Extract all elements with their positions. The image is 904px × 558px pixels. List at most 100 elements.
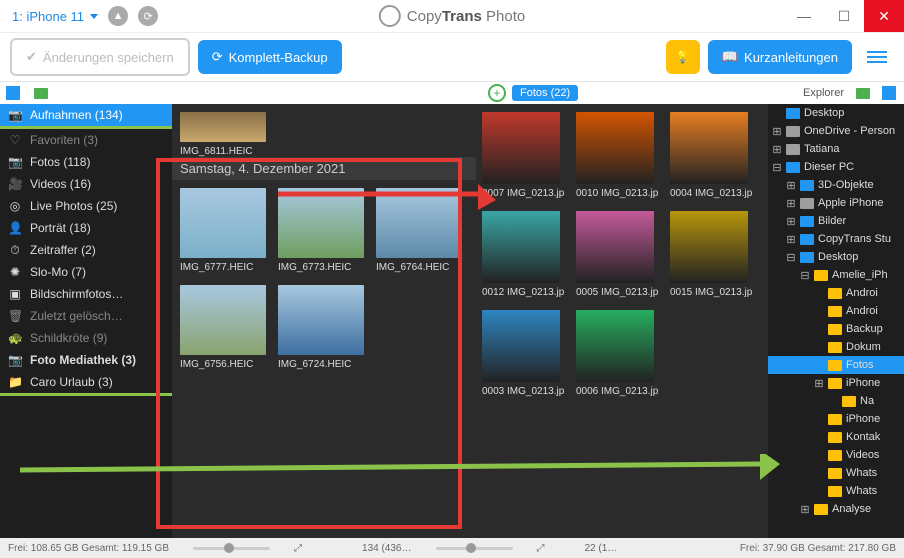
sidebar-item[interactable]: ♡Favoriten (3)	[0, 129, 172, 151]
sidebar-item[interactable]: 📷Aufnahmen (134)	[0, 104, 172, 129]
tree-row[interactable]: Whats	[768, 482, 904, 500]
tree-row[interactable]: ⊞OneDrive - Person	[768, 122, 904, 140]
photo-thumb[interactable]: 0004 IMG_0213.jpeg	[670, 112, 752, 199]
sidebar-item[interactable]: ⏱Zeitraffer (2)	[0, 239, 172, 261]
photo-thumb[interactable]: IMG_6777.HEIC	[180, 188, 266, 273]
maximize-button[interactable]: ☐	[824, 0, 864, 32]
close-button[interactable]: ✕	[864, 0, 904, 32]
sidebar-item[interactable]: 🗑Zuletzt gelösch…	[0, 305, 172, 327]
tree-label: Androi	[846, 305, 878, 317]
tree-twisty[interactable]: ⊞	[786, 179, 796, 192]
tree-label: Desktop	[818, 251, 858, 263]
sidebar-item[interactable]: 📷Fotos (118)	[0, 151, 172, 173]
tree-row[interactable]: ⊞3D-Objekte	[768, 176, 904, 194]
tree-twisty[interactable]: ⊞	[786, 197, 796, 210]
tree-row[interactable]: Fotos	[768, 356, 904, 374]
guides-button[interactable]: 📖 Kurzanleitungen	[708, 40, 852, 74]
folder-icon	[800, 216, 814, 227]
tree-row[interactable]: ⊟Amelie_iPh	[768, 266, 904, 284]
sidebar-icon: 🗑	[8, 309, 22, 323]
tree-row[interactable]: Videos	[768, 446, 904, 464]
tab-fotos[interactable]: Fotos (22)	[512, 85, 578, 101]
tree-row[interactable]: ⊟Dieser PC	[768, 158, 904, 176]
zoom-slider[interactable]	[193, 547, 270, 550]
tree-row[interactable]: Kontak	[768, 428, 904, 446]
tree-label: Bilder	[818, 215, 846, 227]
minimize-button[interactable]: —	[784, 0, 824, 32]
tree-twisty[interactable]: ⊞	[786, 233, 796, 246]
play-icon[interactable]	[6, 86, 20, 100]
folder-icon[interactable]	[34, 88, 48, 99]
tree-row[interactable]: Androi	[768, 302, 904, 320]
tree-row[interactable]: ⊞Analyse	[768, 500, 904, 518]
tree-twisty[interactable]: ⊟	[786, 251, 796, 264]
sidebar-item[interactable]: 📷Foto Mediathek (3)	[0, 349, 172, 371]
tree-row[interactable]: Na	[768, 392, 904, 410]
photo-thumb[interactable]: 0003 IMG_0213.jpg	[482, 310, 564, 397]
expand-icon[interactable]: ⤢	[537, 543, 545, 554]
photo-thumb[interactable]: IMG_6756.HEIC	[180, 285, 266, 370]
thumbnail-image	[278, 285, 364, 355]
tree-twisty[interactable]: ⊞	[800, 503, 810, 516]
tree-label: Tatiana	[804, 143, 839, 155]
caption: IMG_6811.HEIC	[180, 146, 266, 157]
photo-thumb[interactable]: 0010 IMG_0213.jpg	[576, 112, 658, 199]
sidebar-item[interactable]: ▣Bildschirmfotos…	[0, 283, 172, 305]
photo-thumb[interactable]: 0005 IMG_0213.jpg	[576, 211, 658, 298]
add-icon[interactable]: +	[488, 84, 506, 102]
hint-button[interactable]: 💡	[666, 40, 700, 74]
tree-twisty[interactable]: ⊞	[814, 377, 824, 390]
sidebar-item[interactable]: ✺Slo-Mo (7)	[0, 261, 172, 283]
photo-thumb[interactable]: IMG_6773.HEIC	[278, 188, 364, 273]
tree-twisty[interactable]: ⊟	[800, 269, 810, 282]
device-selector[interactable]: 1: iPhone 11	[12, 9, 98, 24]
eject-icon[interactable]: ▲	[108, 6, 128, 26]
tree-twisty[interactable]: ⊞	[772, 143, 782, 156]
menu-button[interactable]	[860, 51, 894, 63]
photo-thumb[interactable]: 0007 IMG_0213.jpg	[482, 112, 564, 199]
folder-icon	[828, 342, 842, 353]
photo-thumb[interactable]: IMG_6811.HEIC	[180, 112, 266, 157]
collapse-icon[interactable]	[882, 86, 896, 100]
sidebar-item[interactable]: 👤Porträt (18)	[0, 217, 172, 239]
tree-row[interactable]: Androi	[768, 284, 904, 302]
photo-thumb[interactable]: IMG_6764.HEIC	[376, 188, 462, 273]
tree-row[interactable]: ⊞Apple iPhone	[768, 194, 904, 212]
folder-icon	[786, 108, 800, 119]
photo-thumb[interactable]: 0015 IMG_0213.jpg	[670, 211, 752, 298]
tree-row[interactable]: ⊟ Desktop	[768, 248, 904, 266]
sidebar-item[interactable]: 🎥Videos (16)	[0, 173, 172, 195]
folder-icon[interactable]	[856, 88, 870, 99]
photo-thumb[interactable]: 0012 IMG_0213.jpg	[482, 211, 564, 298]
tree-twisty[interactable]: ⊟	[772, 161, 782, 174]
sidebar-item[interactable]: 📁Caro Urlaub (3)	[0, 371, 172, 396]
expand-icon[interactable]: ⤢	[294, 543, 302, 554]
thumbnail-image	[482, 112, 560, 184]
tree-label: iPhone	[846, 413, 880, 425]
sidebar-item[interactable]: ◎Live Photos (25)	[0, 195, 172, 217]
tree-row[interactable]: iPhone	[768, 410, 904, 428]
tree-twisty[interactable]: ⊞	[772, 125, 782, 138]
titlebar: 1: iPhone 11 ▲ ⟳ CopyTrans Photo — ☐ ✕	[0, 0, 904, 33]
explorer-tree: Desktop⊞OneDrive - Person⊞Tatiana⊟Dieser…	[768, 104, 904, 538]
zoom-slider[interactable]	[436, 547, 513, 550]
save-changes-button[interactable]: ✔ Änderungen speichern	[10, 38, 190, 76]
tree-row[interactable]: Desktop	[768, 104, 904, 122]
tree-row[interactable]: ⊞iPhone	[768, 374, 904, 392]
refresh-icon[interactable]: ⟳	[138, 6, 158, 26]
tree-row[interactable]: Backup	[768, 320, 904, 338]
tree-twisty[interactable]: ⊞	[786, 215, 796, 228]
photo-thumb[interactable]: 0006 IMG_0213.jpg	[576, 310, 658, 397]
tree-row[interactable]: ⊞ Bilder	[768, 212, 904, 230]
caption: IMG_6777.HEIC	[180, 262, 266, 273]
photo-thumb[interactable]: IMG_6724.HEIC	[278, 285, 364, 370]
tree-row[interactable]: ⊞CopyTrans Stu	[768, 230, 904, 248]
folder-icon	[842, 396, 856, 407]
tree-row[interactable]: Dokum	[768, 338, 904, 356]
tree-row[interactable]: Whats	[768, 464, 904, 482]
sidebar-item[interactable]: 🐢Schildkröte (9)	[0, 327, 172, 349]
backup-label: Komplett-Backup	[229, 50, 328, 65]
tree-row[interactable]: ⊞ Tatiana	[768, 140, 904, 158]
full-backup-button[interactable]: ⟳ Komplett-Backup	[198, 40, 342, 74]
tree-label: Backup	[846, 323, 883, 335]
